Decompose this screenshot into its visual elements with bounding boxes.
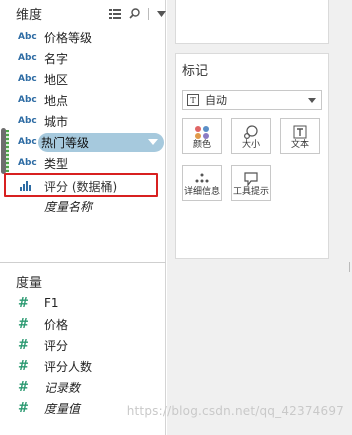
text-button[interactable]: 文本 bbox=[280, 118, 320, 154]
dimension-field[interactable]: Abc 价格等级 bbox=[18, 27, 92, 47]
scroll-indicator-strip bbox=[6, 130, 9, 172]
field-label: 度量值 bbox=[44, 401, 81, 416]
string-type-icon: Abc bbox=[18, 74, 37, 84]
number-type-icon: # bbox=[18, 337, 29, 353]
color-icon bbox=[195, 126, 209, 139]
field-label: 评分人数 bbox=[44, 359, 93, 374]
pane-edge-mark bbox=[349, 262, 350, 272]
pill-dropdown-icon[interactable] bbox=[148, 139, 158, 145]
field-label: 评分 bbox=[44, 338, 69, 353]
measure-field[interactable]: # 评分人数 bbox=[18, 356, 92, 376]
field-label: 价格等级 bbox=[44, 30, 93, 45]
string-type-icon: Abc bbox=[18, 116, 37, 126]
tooltip-button[interactable]: 工具提示 bbox=[231, 165, 271, 201]
dimensions-header: 维度 bbox=[16, 4, 166, 23]
string-type-icon: Abc bbox=[18, 95, 37, 105]
dimension-field[interactable]: Abc 城市 bbox=[18, 111, 68, 131]
dimensions-tools bbox=[109, 7, 166, 20]
chevron-down-icon[interactable] bbox=[157, 10, 166, 17]
data-pane: 维度 Abc 价格等级 Abc 名字 Abc 地区 Abc 地点 Abc 城市 Abc 热… bbox=[0, 0, 166, 435]
number-type-icon: # bbox=[18, 400, 29, 416]
dimension-field[interactable]: Abc 类型 bbox=[18, 153, 68, 173]
number-type-icon: # bbox=[18, 316, 29, 332]
dimension-field[interactable]: Abc 名字 bbox=[18, 48, 68, 68]
string-type-icon: Abc bbox=[18, 32, 37, 42]
dimension-field-bins[interactable]: 评分 (数据桶) bbox=[18, 176, 117, 196]
watermark: https://blog.csdn.net/qq_42374697 bbox=[126, 404, 344, 418]
color-button[interactable]: 颜色 bbox=[182, 118, 222, 154]
field-label: 度量名称 bbox=[44, 199, 93, 214]
pane-divider bbox=[0, 262, 166, 263]
mark-type-value: 自动 bbox=[205, 94, 227, 107]
measure-field[interactable]: # 价格 bbox=[18, 314, 68, 334]
field-label: 热门等级 bbox=[41, 136, 90, 150]
measure-field[interactable]: # 度量值 bbox=[18, 398, 80, 418]
calculated-number-icon: # bbox=[18, 379, 29, 395]
measures-header: 度量 bbox=[16, 272, 42, 291]
size-icon bbox=[244, 125, 258, 139]
selected-field-pill[interactable]: 热门等级 bbox=[38, 133, 164, 152]
tooltip-icon bbox=[244, 172, 258, 186]
field-label: F1 bbox=[44, 296, 59, 310]
dimension-field[interactable]: 度量名称 bbox=[18, 196, 92, 216]
size-button[interactable]: 大小 bbox=[231, 118, 271, 154]
measure-field[interactable]: # F1 bbox=[18, 293, 59, 313]
tools-divider bbox=[148, 7, 149, 20]
measures-title: 度量 bbox=[16, 276, 43, 291]
measure-field[interactable]: # 评分 bbox=[18, 335, 68, 355]
string-type-icon: Abc bbox=[18, 158, 37, 168]
field-label: 名字 bbox=[44, 51, 69, 66]
marks-card: 标记 T 自动 颜色 大小 文本 详细信息 工具提示 bbox=[175, 53, 329, 259]
chevron-down-icon[interactable] bbox=[308, 98, 316, 103]
filters-card bbox=[175, 0, 329, 44]
marks-title: 标记 bbox=[182, 64, 209, 79]
detail-label: 详细信息 bbox=[183, 187, 220, 197]
string-type-icon: Abc bbox=[18, 53, 37, 63]
cards-pane: 标记 T 自动 颜色 大小 文本 详细信息 工具提示 bbox=[167, 0, 352, 435]
dimensions-title: 维度 bbox=[16, 8, 43, 23]
detail-button[interactable]: 详细信息 bbox=[182, 165, 222, 201]
number-type-icon: # bbox=[18, 295, 29, 311]
field-label: 记录数 bbox=[44, 380, 81, 395]
measure-field[interactable]: # 记录数 bbox=[18, 377, 80, 397]
text-icon bbox=[293, 125, 307, 139]
dimension-field[interactable]: Abc 地点 bbox=[18, 90, 68, 110]
dimension-field[interactable]: Abc 地区 bbox=[18, 69, 68, 89]
number-type-icon: # bbox=[18, 358, 29, 374]
bins-icon bbox=[20, 181, 31, 191]
field-label: 评分 (数据桶) bbox=[44, 179, 118, 194]
field-label: 地区 bbox=[44, 72, 69, 87]
text-mark-icon: T bbox=[187, 94, 199, 106]
field-label: 类型 bbox=[44, 156, 69, 171]
field-label: 地点 bbox=[44, 93, 69, 108]
view-list-icon[interactable] bbox=[109, 8, 121, 19]
search-icon[interactable] bbox=[129, 8, 140, 19]
detail-icon bbox=[195, 173, 209, 183]
mark-type-select[interactable]: T 自动 bbox=[182, 90, 322, 110]
field-label: 城市 bbox=[44, 114, 69, 129]
field-label: 价格 bbox=[44, 317, 69, 332]
